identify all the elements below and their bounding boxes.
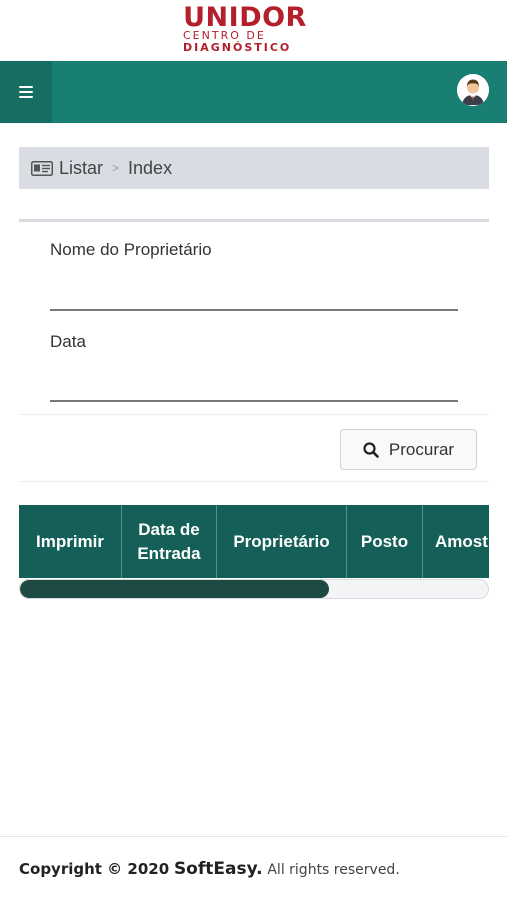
breadcrumb-item-index: Index [128,157,173,178]
page-footer: Copyright © 2020 SoftEasy. All rights re… [19,859,400,879]
search-form-card: Nome do Proprietário Data Procurar [19,219,489,482]
hamburger-icon [19,86,33,98]
date-field[interactable] [50,400,458,402]
column-header-proprietario[interactable]: Proprietário [217,505,347,578]
column-header-data-entrada[interactable]: Data de Entrada [122,505,217,578]
search-button[interactable]: Procurar [340,429,477,470]
owner-name-label: Nome do Proprietário [50,240,212,259]
rights-text: All rights reserved. [267,862,400,878]
form-actions: Procurar [19,414,489,482]
logo-subtitle-line2: DIAGNÓSTICO [183,41,292,54]
date-label: Data [50,332,86,351]
menu-toggle-button[interactable] [0,61,52,123]
table-header-row: Imprimir Data de Entrada Proprietário Po… [19,505,489,578]
breadcrumb-separator: > [112,161,120,175]
breadcrumb-item-listar[interactable]: Listar [59,158,103,179]
footer-divider [0,836,507,837]
column-header-posto[interactable]: Posto [347,505,423,578]
owner-name-field[interactable] [50,309,458,311]
breadcrumb: Listar > Index [19,147,489,189]
column-header-amostra[interactable]: Amost [423,505,489,578]
user-avatar-icon[interactable] [457,74,489,106]
id-card-icon [31,160,53,176]
logo-subtitle: CENTRO DE DIAGNÓSTICO [183,30,291,54]
copyright-text: Copyright © 2020 [19,860,170,878]
results-table: Imprimir Data de Entrada Proprietário Po… [19,505,489,578]
search-button-label: Procurar [388,439,455,459]
footer-brand[interactable]: SoftEasy. [174,859,263,879]
brand-logo: UNIDOR [0,4,490,32]
magnifier-icon [363,441,379,458]
scrollbar-thumb[interactable] [20,580,329,598]
logo-title: UNIDOR [183,2,307,33]
table-horizontal-scrollbar[interactable] [19,579,489,599]
column-header-imprimir[interactable]: Imprimir [19,505,122,578]
top-navbar [0,61,507,123]
